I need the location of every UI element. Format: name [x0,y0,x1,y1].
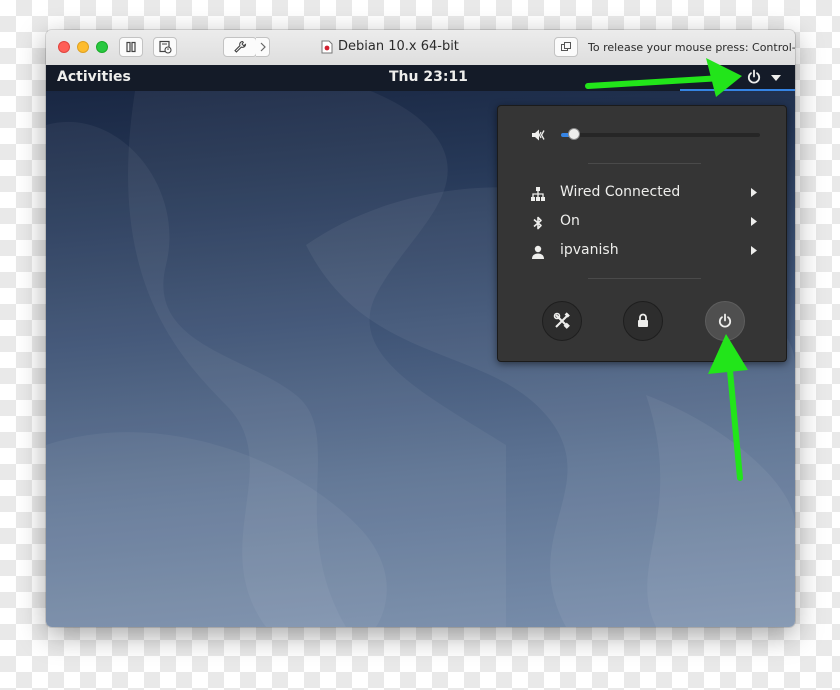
submenu-arrow-icon [751,246,757,255]
vm-document-icon [321,40,333,53]
user-icon [532,245,544,259]
settings-tools-icon [553,312,570,329]
window-title: Debian 10.x 64-bit [338,39,459,54]
window-title-group: Debian 10.x 64-bit [321,39,459,54]
lock-icon [638,313,648,327]
gnome-top-bar: Activities Thu 23:11 [46,65,795,91]
menu-item-label: Wired Connected [560,184,681,200]
settings-button[interactable] [542,301,582,341]
menu-item-bluetooth[interactable]: On [498,208,786,236]
network-wired-icon [531,187,545,201]
system-menu: Wired Connected On ipvanish [497,105,787,362]
power-icon[interactable] [746,69,762,85]
menu-separator [588,163,701,164]
wrench-icon [234,40,247,53]
volume-slider[interactable] [561,133,760,137]
chevron-right-icon [260,42,266,52]
overlap-windows-icon [561,42,571,51]
activities-button[interactable]: Activities [57,69,131,85]
clock[interactable]: Thu 23:11 [389,69,468,85]
forward-button[interactable] [256,37,270,57]
menu-item-network[interactable]: Wired Connected [498,179,786,207]
release-hint-group: To release your mouse press: Control-⌘ [554,37,795,57]
caret-down-icon[interactable] [771,75,781,81]
fullscreen-button[interactable] [554,37,578,57]
power-icon [718,313,732,328]
release-mouse-hint: To release your mouse press: Control-⌘ [588,40,795,54]
active-indicator-underline [680,89,795,91]
close-window-button[interactable] [58,41,70,53]
minimize-window-button[interactable] [77,41,89,53]
speaker-muted-icon[interactable] [530,127,546,143]
menu-item-user[interactable]: ipvanish [498,237,786,265]
menu-separator [588,278,701,279]
guest-screen[interactable]: Activities Thu 23:11 Wired Connected On … [46,65,795,627]
lock-button[interactable] [623,301,663,341]
vm-settings-button[interactable] [223,37,257,57]
menu-item-label: On [560,213,580,229]
submenu-arrow-icon [751,188,757,197]
pause-vm-button[interactable] [119,37,143,57]
submenu-arrow-icon [751,217,757,226]
power-off-button[interactable] [705,301,745,341]
bluetooth-icon [533,216,542,230]
pause-icon [126,41,136,53]
vm-window: Debian 10.x 64-bit To release your mouse… [46,30,795,627]
snapshot-icon [159,40,172,54]
volume-slider-handle[interactable] [568,128,580,140]
snapshot-button[interactable] [153,37,177,57]
maximize-window-button[interactable] [96,41,108,53]
menu-item-label: ipvanish [560,242,619,258]
window-titlebar: Debian 10.x 64-bit To release your mouse… [46,30,795,66]
